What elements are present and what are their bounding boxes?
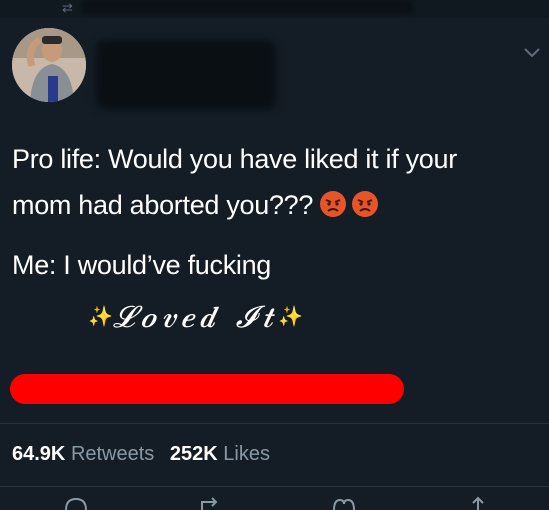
engagement-stats: 64.9K Retweets 252K Likes [12, 443, 280, 466]
action-bar [0, 496, 549, 510]
red-redaction-bar [10, 374, 404, 404]
reply-icon[interactable] [62, 496, 90, 510]
chevron-down-icon[interactable] [524, 48, 540, 58]
retweet-icon: ⇄ [62, 0, 73, 15]
likes-label[interactable]: Likes [223, 443, 270, 465]
sparkle-icon: ✨ [88, 304, 113, 328]
tweet-line-2: mom had aborted you??? [12, 190, 379, 221]
divider [0, 423, 549, 424]
redacted-header [82, 0, 412, 14]
heart-icon[interactable] [330, 496, 358, 510]
likes-count[interactable]: 252K [170, 443, 218, 465]
tweet-line-1: Pro life: Would you have liked it if you… [12, 144, 457, 174]
avatar-photo [12, 28, 86, 102]
emoji-group [319, 190, 379, 218]
avatar[interactable] [12, 28, 86, 102]
redacted-username [96, 40, 276, 110]
share-icon[interactable] [464, 496, 492, 510]
angry-face-icon [320, 191, 347, 217]
retweet-action-icon[interactable] [196, 496, 224, 510]
retweets-count[interactable]: 64.9K [12, 443, 65, 465]
retweets-label[interactable]: Retweets [71, 443, 154, 465]
angry-face-icon [352, 191, 379, 217]
tweet-line-2-text: mom had aborted you??? [12, 190, 314, 220]
divider [0, 486, 549, 487]
loved-it-text: 𝓛𝒐𝒗𝒆𝒅 𝓘𝒕 [112, 300, 279, 335]
loved-it-line: ✨𝓛𝒐𝒗𝒆𝒅 𝓘𝒕✨ [88, 300, 303, 335]
sparkle-icon: ✨ [278, 304, 304, 328]
tweet-line-3: Me: I would’ve fucking [12, 250, 272, 280]
